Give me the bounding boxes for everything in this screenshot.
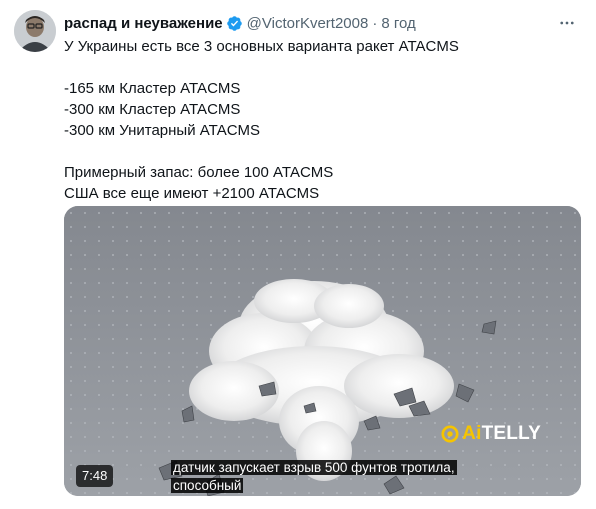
video-duration: 7:48 — [76, 465, 114, 487]
video-subtitles: датчик запускает взрыв 500 фунтов тротил… — [171, 459, 471, 495]
avatar[interactable] — [14, 10, 56, 52]
tweet-text-line: -300 км Кластер ATACMS — [64, 101, 241, 118]
subtitle-line-1: датчик запускает взрыв 500 фунтов тротил… — [171, 460, 457, 475]
author-handle[interactable]: @VictorKvert2008 — [247, 15, 369, 32]
tweet-text-line: -165 км Кластер ATACMS — [64, 80, 241, 97]
tweet-time[interactable]: 8 год — [381, 15, 415, 32]
separator-dot: · — [372, 14, 378, 32]
tweet-text-line: У Украины есть все 3 основных варианта р… — [64, 38, 459, 55]
aitelly-logo-text: AiTELLY — [462, 423, 541, 444]
tweet: распад и неуважение @VictorKvert2008 · 8… — [0, 0, 596, 509]
video-frame — [64, 206, 581, 496]
more-icon[interactable] — [556, 12, 578, 34]
tweet-text-line: Примерный запас: более 100 ATACMS — [64, 164, 334, 181]
tweet-text-line: -300 км Унитарный ATACMS — [64, 122, 261, 139]
author-name[interactable]: распад и неуважение — [64, 15, 223, 32]
video-player[interactable]: AiTELLY 7:48 датчик запускает взрыв 500 … — [64, 206, 581, 496]
verified-badge-icon — [226, 15, 242, 31]
tweet-text-line: США все еще имеют +2100 ATACMS — [64, 185, 320, 202]
tweet-text: У Украины есть все 3 основных варианта р… — [64, 36, 564, 204]
aitelly-logo-icon — [441, 425, 459, 443]
subtitle-line-2: способный — [171, 478, 244, 493]
aitelly-logo: AiTELLY — [441, 422, 541, 446]
tweet-header: распад и неуважение @VictorKvert2008 · 8… — [64, 12, 582, 34]
